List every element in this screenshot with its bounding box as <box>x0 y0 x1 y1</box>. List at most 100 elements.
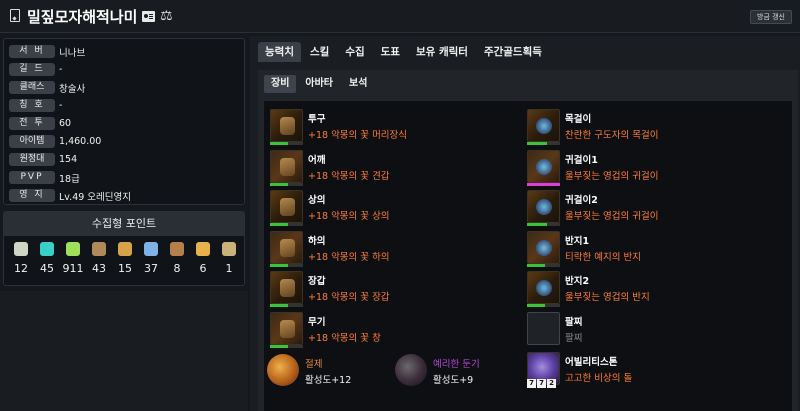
info-label: 전 투 <box>9 117 55 130</box>
helmet-icon <box>270 109 303 142</box>
refresh-button[interactable]: 방금 갱신 <box>750 10 792 24</box>
equipment-slot[interactable]: 무기 +18 악몽의 꽃 창 <box>267 311 517 348</box>
info-row-expedition: 원정대 154 <box>9 152 77 167</box>
equipment-slot-name: 목걸이 <box>565 114 592 125</box>
collectible-item[interactable]: 43 <box>88 242 110 275</box>
collectible-list: 12 45 911 43 15 37 8 6 1 <box>10 242 240 275</box>
stone-badge: 7 <box>527 379 536 388</box>
tab-characters[interactable]: 보유 캐릭터 <box>409 42 475 62</box>
collectible-item[interactable]: 1 <box>218 242 240 275</box>
quality-bar <box>270 182 303 186</box>
equipment-slot[interactable]: 어깨 +18 악몽의 꽃 견갑 <box>267 149 517 186</box>
item-graphic <box>536 280 552 296</box>
item-graphic <box>536 239 552 256</box>
collectible-item[interactable]: 6 <box>192 242 214 275</box>
info-value: 1,460.00 <box>59 136 102 147</box>
engraving-item[interactable]: 절제 활성도+12 <box>267 352 392 388</box>
engraving-level: 활성도+9 <box>433 375 474 386</box>
profile-info-panel: 서 버 니나브 길 드 - 클래스 창술사 칭 호 - 전 투 60 아이템 1… <box>3 38 245 205</box>
info-value: 60 <box>59 118 72 129</box>
stone-badges: 772 <box>527 379 557 388</box>
subtab-avatar[interactable]: 아바타 <box>298 75 340 93</box>
equipment-grid: 투구 +18 악몽의 꽃 머리장식 어깨 +18 악몽의 꽃 견갑 상의 +18 악몽의 … <box>264 101 792 411</box>
collectible-item[interactable]: 15 <box>114 242 136 275</box>
collectible-count: 37 <box>144 262 158 275</box>
item-graphic <box>280 117 295 135</box>
collectible-item[interactable]: 45 <box>36 242 58 275</box>
treasure-map-icon <box>92 242 106 256</box>
subtab-equipment[interactable]: 장비 <box>264 75 297 93</box>
bookmark-icon[interactable] <box>10 9 20 22</box>
keen-blunt-engraving-icon <box>395 354 427 386</box>
equipment-slot[interactable]: 반지1 티락한 예지의 반지 <box>524 230 774 267</box>
info-row-combat: 전 투 60 <box>9 116 71 131</box>
left-empty-area <box>0 291 248 411</box>
quality-bar <box>270 142 303 145</box>
collectible-item[interactable]: 12 <box>10 242 32 275</box>
info-value: 18급 <box>59 173 80 185</box>
equipment-slot[interactable]: 투구 +18 악몽의 꽃 머리장식 <box>267 109 517 145</box>
quality-bar <box>527 223 560 226</box>
equipment-slot[interactable]: 목걸이 찬란한 구도자의 목걸이 <box>524 109 774 145</box>
equipment-slot-name: 장갑 <box>308 276 326 287</box>
tab-chart[interactable]: 도표 <box>374 42 407 62</box>
item-graphic <box>280 238 295 257</box>
ring-icon <box>527 230 560 264</box>
equipment-item-name: +18 악몽의 꽃 견갑 <box>308 170 390 182</box>
quality-bar <box>270 304 303 307</box>
tab-stats[interactable]: 능력치 <box>258 42 301 62</box>
info-value: - <box>59 100 63 111</box>
giant-heart-icon <box>196 242 210 256</box>
masterpiece-icon <box>222 242 236 256</box>
tab-skills[interactable]: 스킬 <box>303 42 336 62</box>
quality-bar-fill <box>527 304 546 307</box>
item-graphic <box>536 199 552 215</box>
tab-collection[interactable]: 수집 <box>338 42 371 62</box>
equipment-slot[interactable]: 7 7 2 어빌리티스톤 고고한 비상의 돌 <box>524 352 774 388</box>
info-value: 니나브 <box>59 47 86 59</box>
earring-icon <box>527 149 560 183</box>
equipment-slot[interactable]: 상의 +18 악몽의 꽃 상의 <box>267 190 517 226</box>
collectible-item[interactable]: 911 <box>62 242 84 275</box>
info-label: 아이템 <box>9 135 55 148</box>
equipment-item-name: +18 악몽의 꽃 장갑 <box>308 292 390 303</box>
equipment-slot[interactable]: 귀걸이1 울부짖는 영겁의 귀걸이 <box>524 149 774 186</box>
engraving-item[interactable]: 예리한 둔기활성도+9 <box>395 352 520 388</box>
equipment-slot[interactable]: 귀걸이2 울부짖는 영겁의 귀걸이 <box>524 190 774 226</box>
quality-bar <box>527 182 560 186</box>
equipment-slot[interactable]: 반지2 울부짖는 영겁의 반지 <box>524 271 774 307</box>
equipment-slot[interactable]: 장갑 +18 악몽의 꽃 장갑 <box>267 271 517 307</box>
collectible-points-title: 수집형 포인트 <box>4 212 244 236</box>
equipment-item-name: +18 악몽의 꽃 하의 <box>308 251 390 263</box>
subtab-gems[interactable]: 보석 <box>342 75 374 93</box>
engraving-name: 절제 <box>305 359 323 370</box>
chest-armor-icon <box>270 190 303 223</box>
collectible-count: 911 <box>62 262 84 275</box>
main-panel: 능력치 스킬 수집 도표 보유 캐릭터 주간골드획득 장비 아바타 보석 투구 +… <box>250 36 800 411</box>
collectible-item[interactable]: 8 <box>166 242 188 275</box>
ignea-token-icon <box>118 242 132 256</box>
quality-bar-fill <box>270 344 289 348</box>
world-tree-leaf-icon <box>144 242 158 256</box>
necklace-icon <box>527 109 560 142</box>
tab-weekly-gold[interactable]: 주간골드획득 <box>477 42 549 62</box>
equipment-slot[interactable]: 하의 +18 악몽의 꽃 하의 <box>267 230 517 267</box>
quality-bar <box>270 263 303 267</box>
quality-bar-fill <box>270 304 289 307</box>
info-row-item-level: 아이템 1,460.00 <box>9 134 101 149</box>
engraving-name: 예리한 둔기 <box>433 359 480 370</box>
quality-bar-fill <box>270 263 289 267</box>
quality-bar-fill <box>270 182 289 186</box>
equipment-item-name: 울부짖는 영겁의 귀걸이 <box>565 211 659 222</box>
info-value: 154 <box>59 154 78 165</box>
info-row-guild: 길 드 - <box>9 62 62 77</box>
main-tabs: 능력치 스킬 수집 도표 보유 캐릭터 주간골드획득 <box>258 42 551 64</box>
info-value: 창술사 <box>59 83 86 95</box>
equipment-slot[interactable]: 팔찌 팔찌 <box>524 311 774 348</box>
id-card-icon[interactable] <box>142 11 155 22</box>
collectible-item[interactable]: 37 <box>140 242 162 275</box>
info-label: 클래스 <box>9 81 55 94</box>
scale-icon[interactable]: ⚖ <box>160 8 173 24</box>
equipment-slot-name: 상의 <box>308 195 326 206</box>
mokoko-seed-green-icon <box>66 242 80 256</box>
